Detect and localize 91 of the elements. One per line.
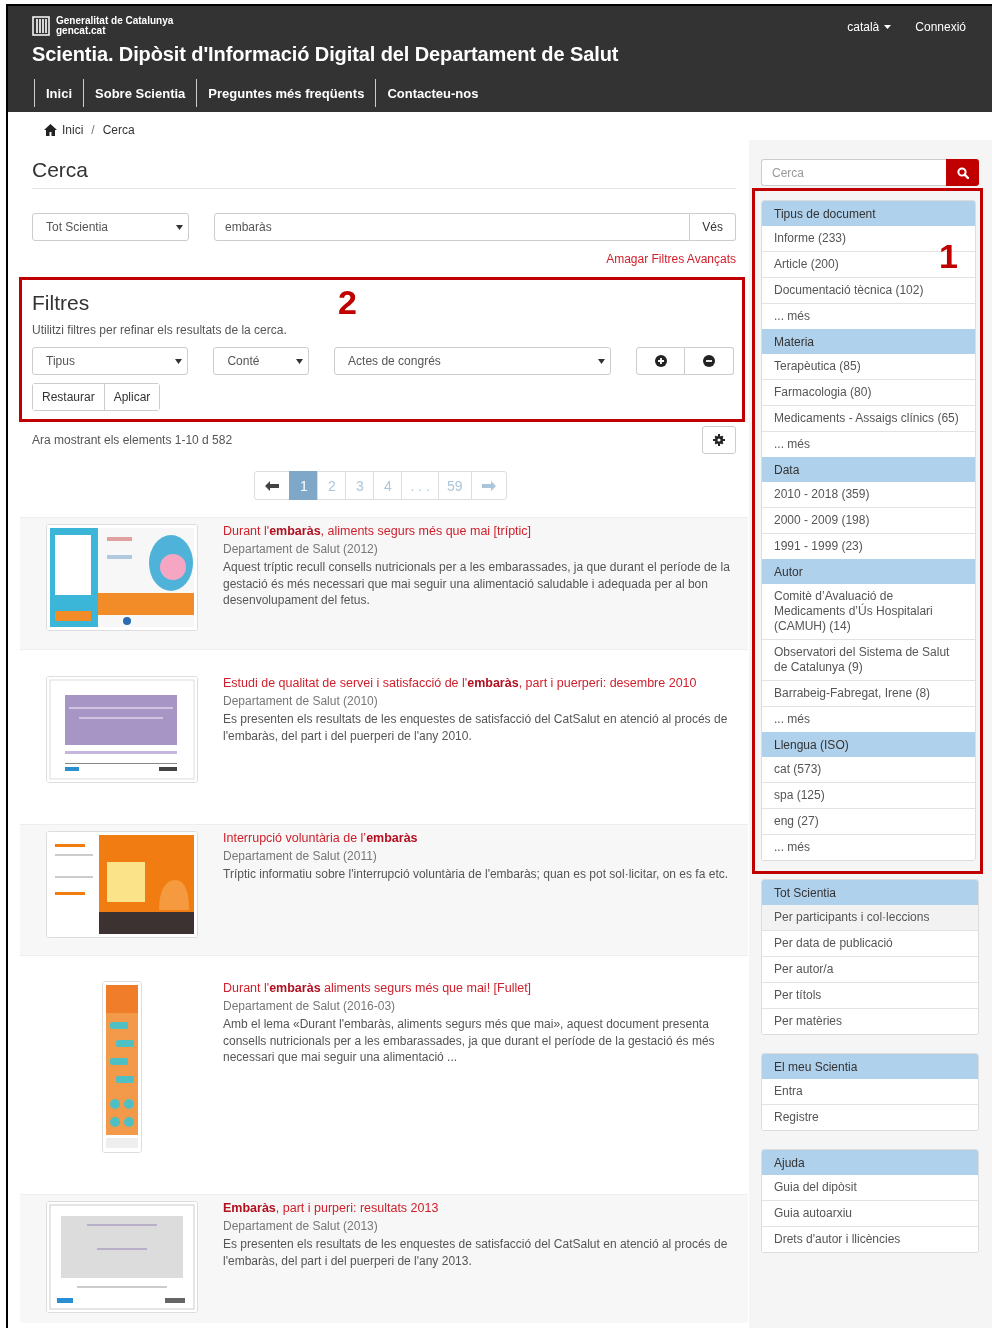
facet-link[interactable]: Article (200) bbox=[774, 257, 839, 272]
emblem-icon bbox=[32, 16, 50, 36]
result-author-date: Departament de Salut (2012) bbox=[223, 542, 379, 556]
panel-heading: El meu Scientia bbox=[762, 1054, 978, 1079]
facet-heading: Autor bbox=[762, 559, 975, 584]
result-description: Es presenten els resultats de les enquestes de satisfacció del CatSalut en atenció al procés de l'embaràs, del part i del puerperi de l'any 2010. bbox=[223, 711, 729, 744]
facet-heading: Data bbox=[762, 457, 975, 482]
result-description: Amb el lema «Durant l'embaràs, aliments segurs més que mai», aquest document presenta consells nutricionals per a les embarassades, ja que durant el període de la gestació és més necessari que mai seguir una alimentació ... bbox=[223, 1016, 716, 1066]
caret-icon bbox=[884, 25, 892, 29]
language-menu[interactable]: català bbox=[847, 20, 892, 34]
breadcrumb-separator: / bbox=[91, 123, 95, 137]
site-title: Scientia. Dipòsit d'Informació Digital del Departament de Salut bbox=[32, 43, 620, 66]
caret-icon bbox=[175, 358, 183, 364]
settings-button[interactable] bbox=[702, 426, 736, 454]
result-description: Es presenten els resultats de les enquestes de satisfacció del CatSalut en atenció al procés de l'embaràs, del part i del puerperi de l'any 2013. bbox=[223, 1236, 729, 1269]
scope-select[interactable]: Tot Scientia bbox=[32, 213, 189, 241]
menu-link[interactable]: Per participants i col·leccions bbox=[762, 905, 978, 930]
result-description: Aquest tríptic recull consells nutricionals per a les embarassades, ja que durant el període de la gestació és més necessari que mai seguir una alimentació saludable i adequada per al bon desenvolupament del fetus. bbox=[223, 559, 731, 609]
facet-link[interactable]: ... més bbox=[774, 309, 810, 324]
menu-link[interactable]: Drets d'autor i llicències bbox=[762, 1226, 978, 1252]
logo-text: gencat.cat bbox=[56, 26, 107, 36]
facet-link[interactable]: Medicaments - Assaigs clínics (65) bbox=[774, 411, 959, 426]
facet-link[interactable]: ... més bbox=[774, 840, 810, 855]
panel-heading: Ajuda bbox=[762, 1150, 978, 1175]
remove-filter-button[interactable] bbox=[685, 347, 734, 375]
search-field[interactable]: Cerca bbox=[761, 159, 946, 186]
result-title-link[interactable]: Interrupció voluntària de l’embaràs bbox=[223, 831, 734, 845]
facet-link[interactable]: 1991 - 1999 (23) bbox=[774, 539, 863, 554]
breadcrumb-link[interactable]: Cerca bbox=[102, 123, 135, 137]
result-author-date: Departament de Salut (2013) bbox=[223, 1219, 379, 1233]
toggle-filters-link[interactable]: Amagar Filtres Avançats bbox=[606, 252, 736, 266]
field-select[interactable]: Tipus bbox=[32, 347, 189, 375]
arrow-left-icon bbox=[265, 480, 280, 491]
value-select[interactable]: Actes de congrés bbox=[334, 347, 611, 375]
facet-link[interactable]: Terapèutica (85) bbox=[774, 359, 861, 374]
result-title-link[interactable]: Durant l'embaràs, aliments segurs més que mai [tríptic] bbox=[223, 524, 734, 538]
minus-circle-icon bbox=[703, 355, 715, 367]
menu-link[interactable]: Per matèries bbox=[762, 1008, 978, 1034]
nav-tab[interactable]: Sobre Scientia bbox=[83, 79, 197, 107]
filter-action-button[interactable]: Aplicar bbox=[103, 384, 160, 410]
facet-link[interactable]: ... més bbox=[774, 712, 810, 727]
caret-icon bbox=[598, 358, 605, 364]
login-link[interactable]: Connexió bbox=[915, 20, 966, 34]
plus-circle-icon bbox=[654, 355, 667, 367]
facet-heading: Tipus de document bbox=[762, 201, 975, 226]
page-heading: Cerca bbox=[32, 158, 736, 189]
facet-link[interactable]: ... més bbox=[774, 437, 810, 452]
result-title-link[interactable]: Embaràs, part i purperi: resultats 2013 bbox=[223, 1201, 734, 1215]
arrow-right-icon bbox=[481, 480, 496, 491]
callout-number: 2 bbox=[338, 285, 357, 319]
facet-link[interactable]: Documentació tècnica (102) bbox=[774, 283, 924, 298]
result-author-date: Departament de Salut (2011) bbox=[223, 849, 378, 863]
previous-page-button[interactable] bbox=[254, 471, 291, 500]
caret-icon bbox=[296, 358, 304, 364]
caret-icon bbox=[176, 224, 183, 230]
search-button[interactable] bbox=[946, 159, 979, 186]
facet-link[interactable]: Informe (233) bbox=[774, 231, 847, 246]
facet-link[interactable]: 2000 - 2009 (198) bbox=[774, 513, 870, 528]
nav-tab[interactable]: Preguntes més freqüents bbox=[196, 79, 376, 107]
facet-link[interactable]: eng (27) bbox=[774, 814, 819, 829]
operator-select[interactable]: Conté bbox=[213, 347, 310, 375]
facet-link[interactable]: cat (573) bbox=[774, 762, 822, 777]
search-field[interactable]: embaràs bbox=[214, 213, 691, 241]
facet-link[interactable]: Barrabeig-Fabregat, Irene (8) bbox=[774, 686, 931, 701]
result-author-date: Departament de Salut (2016-03) bbox=[223, 999, 397, 1013]
search-icon bbox=[956, 166, 969, 179]
facet-link[interactable]: Observatori del Sistema de Salut de Catalunya (9) bbox=[774, 645, 963, 675]
go-button[interactable]: Vés bbox=[690, 213, 736, 241]
panel-heading: Tot Scientia bbox=[762, 880, 978, 905]
facet-link[interactable]: spa (125) bbox=[774, 788, 825, 803]
nav-tab[interactable]: Contacteu-nos bbox=[375, 79, 490, 107]
breadcrumb-link[interactable]: Inici bbox=[62, 123, 84, 137]
filters-hint: Utilitzi filtres per refinar els resultats de la cerca. bbox=[32, 323, 288, 337]
result-title-link[interactable]: Durant l'embaràs aliments segurs més que mai! [Fullet] bbox=[223, 981, 734, 995]
home-icon bbox=[44, 124, 57, 136]
add-filter-button[interactable] bbox=[636, 347, 685, 375]
result-description: Tríptic informatiu sobre l'interrupció voluntària de l'embaràs; quan es pot sol·licitar, on es fa etc. bbox=[223, 866, 730, 883]
nav-tab[interactable]: Inici bbox=[34, 79, 83, 107]
filters-heading: Filtres bbox=[32, 291, 90, 315]
facet-heading: Materia bbox=[762, 329, 975, 354]
callout-number: 1 bbox=[939, 239, 958, 273]
settings-icon bbox=[713, 434, 725, 446]
facet-link[interactable]: Comitè d’Avaluació de Medicaments d’Ús Hospitalari (CAMUH) (14) bbox=[774, 589, 963, 634]
result-title-link[interactable]: Estudi de qualitat de servei i satisfacció de l'embaràs, part i puerperi: desembre 2010 bbox=[223, 676, 734, 690]
logo-text: Generalitat de Catalunya bbox=[56, 16, 174, 26]
facet-link[interactable]: 2010 - 2018 (359) bbox=[774, 487, 870, 502]
result-author-date: Departament de Salut (2010) bbox=[223, 694, 379, 708]
facet-link[interactable]: Farmacologia (80) bbox=[774, 385, 872, 400]
facet-heading: Llengua (ISO) bbox=[762, 732, 975, 757]
results-summary: Ara mostrant els elements 1-10 d 582 bbox=[32, 433, 233, 447]
menu-link[interactable]: Registre bbox=[762, 1104, 978, 1130]
